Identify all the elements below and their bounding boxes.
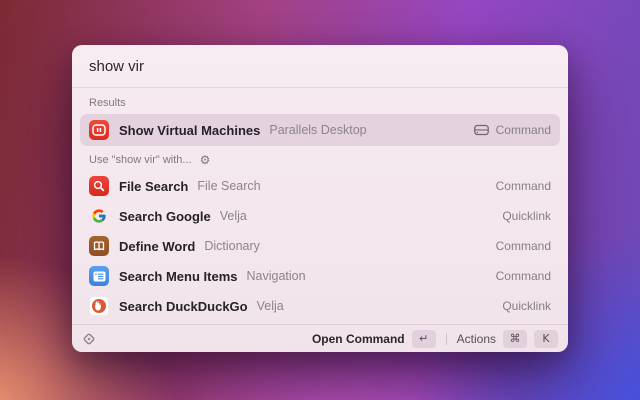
- result-row-show-virtual-machines[interactable]: Show Virtual Machines Parallels Desktop …: [80, 114, 560, 146]
- actions-button[interactable]: Actions: [457, 332, 496, 346]
- action-bar: Open Command ↵ Actions ⌘ K: [72, 324, 568, 352]
- return-key-badge: ↵: [411, 329, 436, 348]
- open-command-button[interactable]: Open Command: [312, 332, 405, 346]
- result-row-search-google[interactable]: Search Google Velja Quicklink: [80, 201, 560, 231]
- result-subtitle: Parallels Desktop: [269, 123, 367, 137]
- result-subtitle: Velja: [256, 299, 284, 313]
- result-type-badge: Quicklink: [502, 299, 551, 313]
- gear-icon[interactable]: ⚙: [200, 154, 211, 166]
- result-title: Show Virtual Machines: [119, 122, 261, 138]
- result-type-badge: Command: [495, 123, 551, 137]
- hard-drive-icon: [473, 124, 489, 136]
- file-search-icon: [89, 176, 109, 196]
- k-key-badge: K: [534, 329, 558, 348]
- search-bar: [72, 45, 568, 88]
- result-row-file-search[interactable]: File Search File Search Command: [80, 171, 560, 201]
- result-subtitle: Velja: [219, 209, 247, 223]
- results-section-header: Results: [89, 97, 126, 109]
- parallels-icon: [89, 120, 109, 140]
- result-title: File Search: [119, 178, 189, 194]
- result-type-badge: Quicklink: [502, 209, 551, 223]
- result-subtitle: Dictionary: [204, 239, 260, 253]
- result-row-search-menu-items[interactable]: Search Menu Items Navigation Command: [80, 261, 560, 291]
- result-title: Define Word: [119, 238, 196, 254]
- footer-divider: [445, 332, 447, 345]
- duckduckgo-icon: [89, 296, 109, 316]
- results-panel: Results Show Virtual Machines Parallels …: [72, 88, 568, 324]
- result-subtitle: File Search: [197, 179, 261, 193]
- result-type-badge: Command: [495, 269, 551, 283]
- result-row-define-word[interactable]: Define Word Dictionary Command: [80, 231, 560, 261]
- dictionary-icon: [89, 236, 109, 256]
- search-input[interactable]: [89, 57, 551, 75]
- menu-items-icon: [89, 266, 109, 286]
- google-icon: [89, 206, 109, 226]
- result-title: Search Menu Items: [119, 268, 238, 284]
- result-type-badge: Command: [495, 179, 551, 193]
- suggestions-section-header: Use "show vir" with... ⚙: [80, 146, 560, 171]
- command-key-badge: ⌘: [503, 329, 527, 348]
- raycast-logo-icon: [82, 332, 96, 346]
- launcher-window: Results Show Virtual Machines Parallels …: [72, 45, 568, 352]
- result-subtitle: Navigation: [246, 269, 306, 283]
- suggestions-header-label: Use "show vir" with...: [89, 154, 192, 166]
- result-row-search-duckduckgo[interactable]: Search DuckDuckGo Velja Quicklink: [80, 291, 560, 321]
- result-title: Search Google: [119, 208, 211, 224]
- result-type-badge: Command: [495, 239, 551, 253]
- result-title: Search DuckDuckGo: [119, 298, 248, 314]
